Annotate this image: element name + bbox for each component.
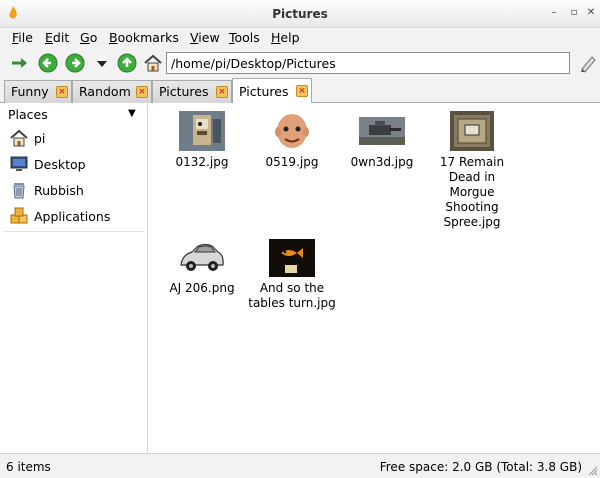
image-thumbnail-icon (269, 239, 315, 277)
home-icon (10, 129, 28, 147)
back-icon[interactable] (38, 53, 58, 73)
sidebar-item-label: Applications (34, 209, 111, 224)
menu-help[interactable]: Help (271, 30, 300, 45)
file-name: And so the tables turn.jpg (248, 281, 336, 310)
up-icon[interactable] (117, 53, 137, 73)
history-dropdown-icon[interactable] (92, 53, 112, 73)
tab-label: Pictures (159, 84, 209, 99)
file-item[interactable]: 0519.jpg (247, 111, 337, 170)
tab-close-icon[interactable]: × (296, 85, 308, 97)
tab-label: Funny (11, 84, 49, 99)
trash-icon (13, 183, 25, 199)
applications-icon (10, 207, 28, 224)
item-count: 6 items (6, 460, 51, 474)
sidebar-item-label: Rubbish (34, 183, 84, 198)
tab-bar: Funny × Random × Pictures × Pictures × (0, 78, 600, 104)
title-bar: Pictures – ▫ ✕ (0, 0, 600, 28)
file-name: 0wn3d.jpg (350, 155, 414, 169)
image-thumbnail-icon (359, 111, 405, 151)
file-item[interactable]: 17 Remain Dead in Morgue Shooting Spree.… (427, 111, 517, 230)
file-item[interactable]: And so the tables turn.jpg (247, 239, 337, 311)
menu-tools[interactable]: Tools (229, 30, 260, 45)
home-icon[interactable] (143, 53, 163, 73)
image-thumbnail-icon (179, 111, 225, 151)
file-item[interactable]: AJ 206.png (157, 239, 247, 296)
menu-bar: File Edit Go Bookmarks View Tools Help (0, 28, 600, 48)
file-view: 0132.jpg 0519.jpg 0wn3d.jpg 17 Remain De… (149, 103, 600, 453)
file-item[interactable]: 0wn3d.jpg (337, 111, 427, 170)
sidebar-item-rubbish[interactable]: Rubbish (0, 179, 146, 203)
menu-view[interactable]: View (190, 30, 220, 45)
tab-funny[interactable]: Funny × (4, 80, 72, 103)
minimize-button[interactable]: – (548, 7, 560, 19)
menu-edit[interactable]: Edit (45, 30, 69, 45)
sidebar-item-label: pi (34, 131, 46, 146)
sidebar-item-pi[interactable]: pi (0, 127, 146, 151)
sidebar-item-label: Desktop (34, 157, 86, 172)
menu-file[interactable]: File (12, 30, 33, 45)
bookmark-pen-icon[interactable] (578, 53, 598, 73)
tab-label: Random (79, 84, 131, 99)
places-dropdown-icon[interactable]: ▼ (128, 108, 136, 119)
menu-bookmarks[interactable]: Bookmarks (109, 30, 179, 45)
location-field[interactable]: /home/pi/Desktop/Pictures (166, 52, 570, 74)
file-name: 0132.jpg (175, 155, 229, 169)
maximize-button[interactable]: ▫ (568, 7, 580, 19)
tab-label: Pictures (239, 84, 289, 99)
sidebar-divider (4, 231, 144, 232)
tab-close-icon[interactable]: × (216, 86, 228, 98)
tab-close-icon[interactable]: × (56, 86, 68, 98)
sidebar-item-desktop[interactable]: Desktop (0, 153, 146, 177)
status-bar: 6 items Free space: 2.0 GB (Total: 3.8 G… (0, 453, 600, 478)
tab-pictures[interactable]: Pictures × (152, 80, 232, 103)
free-space: Free space: 2.0 GB (Total: 3.8 GB) (379, 460, 582, 474)
forward-icon[interactable] (65, 53, 85, 73)
places-header[interactable]: Places (8, 107, 48, 122)
tab-close-icon[interactable]: × (136, 86, 148, 98)
window-title: Pictures (272, 7, 328, 21)
sidebar-item-applications[interactable]: Applications (0, 205, 146, 229)
menu-go[interactable]: Go (80, 30, 97, 45)
car-thumbnail-icon (178, 239, 226, 277)
file-name: 17 Remain Dead in Morgue Shooting Spree.… (439, 155, 505, 229)
close-button[interactable]: ✕ (585, 7, 597, 19)
file-name: AJ 206.png (169, 281, 235, 295)
tab-pictures-active[interactable]: Pictures × (232, 78, 312, 104)
places-sidebar: Places ▼ pi Desktop Rubbish Applications (0, 103, 148, 453)
file-name: 0519.jpg (265, 155, 319, 169)
resize-grip-icon[interactable] (586, 464, 598, 476)
image-thumbnail-icon (450, 111, 494, 151)
desktop-icon (10, 156, 28, 171)
file-item[interactable]: 0132.jpg (157, 111, 247, 170)
go-arrow-icon[interactable] (10, 53, 30, 73)
image-thumbnail-icon (270, 111, 314, 151)
tab-random[interactable]: Random × (72, 80, 152, 103)
toolbar: /home/pi/Desktop/Pictures (0, 48, 600, 78)
